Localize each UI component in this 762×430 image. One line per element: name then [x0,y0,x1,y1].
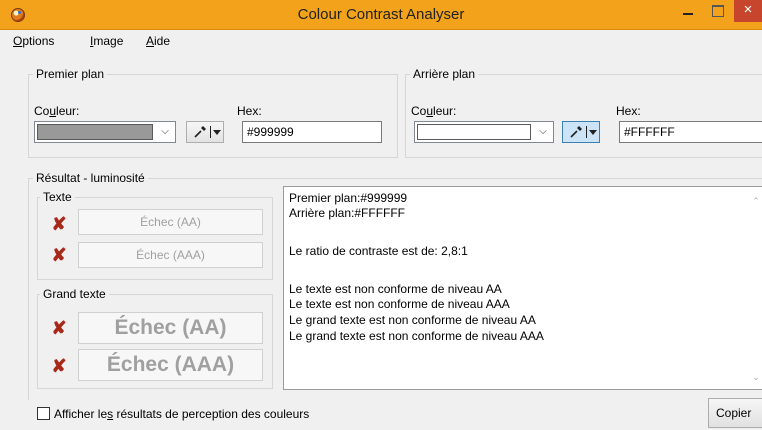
foreground-hex-label: Hex: [237,104,262,118]
background-title: Arrière plan [410,67,479,81]
color-perception-label[interactable]: Afficher les résultats de perception des… [54,407,309,421]
large-text-group: Grand texte ✘ Échec (AA) ✘ Échec (AAA) [37,287,273,389]
chevron-down-icon: ⌵ [539,126,547,137]
background-color-label: Couleur: [411,104,457,118]
menu-image[interactable]: Image [90,34,123,48]
foreground-color-select[interactable]: ⌵ [34,121,176,143]
cross-icon: ✘ [51,214,67,234]
maximize-button[interactable] [704,0,730,22]
picker-separator [210,126,211,138]
menu-options-label: ptions [22,34,55,48]
eyedropper-icon [194,126,206,138]
report-line: Arrière plan:#FFFFFF [289,206,406,220]
menu-aide-accel: A [146,34,155,48]
cross-icon: ✘ [51,356,67,376]
text-group-title: Texte [40,190,75,204]
scroll-down-icon[interactable]: ⌄ [751,373,761,382]
large-aaa-result: Échec (AAA) [78,349,263,381]
close-button[interactable]: × [734,0,762,22]
scroll-up-icon[interactable]: ⌃ [751,197,761,206]
menu-aide-label: ide [154,34,171,48]
background-hex-input[interactable]: #FFFFFF [619,121,762,143]
text-aaa-result: Échec (AAA) [78,242,263,268]
foreground-color-swatch [37,124,153,140]
result-title: Résultat - luminosité [33,171,148,185]
large-aa-result: Échec (AA) [78,312,263,344]
report-line: Le ratio de contraste est de: 2,8:1 [289,244,468,258]
report-line: Le texte est non conforme de niveau AA [289,282,502,296]
foreground-eyedropper-button[interactable] [186,121,224,143]
foreground-title: Premier plan [33,67,108,81]
text-aa-result: Échec (AA) [78,209,263,235]
cross-icon: ✘ [51,318,67,338]
picker-dropdown-icon [589,130,597,135]
eyedropper-icon [570,126,582,138]
foreground-group: Premier plan Couleur: Hex: ⌵ #999999 [28,67,398,158]
title-bar[interactable]: Colour Contrast Analyser × [0,0,762,30]
report-line: Premier plan:#999999 [289,191,408,205]
copy-button[interactable]: Copier [708,398,762,428]
picker-separator [586,126,587,138]
menu-options[interactable]: Options [13,34,54,48]
foreground-color-label: Couleur: [34,104,80,118]
background-color-select[interactable]: ⌵ [414,121,554,143]
background-eyedropper-button[interactable] [562,121,600,143]
chevron-down-icon: ⌵ [161,126,169,137]
large-text-group-title: Grand texte [40,287,109,301]
color-perception-checkbox[interactable] [37,407,50,420]
minimize-button[interactable] [674,0,702,22]
window-title: Colour Contrast Analyser [297,6,465,23]
background-group: Arrière plan Couleur: Hex: ⌵ #FFFFFF [405,67,762,158]
picker-dropdown-icon [213,130,221,135]
menu-options-accel: O [13,34,23,48]
background-color-swatch [417,124,531,140]
report-line: Le texte est non conforme de niveau AAA [289,297,510,311]
report-line: Le grand texte est non conforme de nivea… [289,329,544,343]
background-hex-label: Hex: [616,104,641,118]
menu-image-label: mage [93,34,124,48]
results-textarea[interactable]: Premier plan:#999999 Arrière plan:#FFFFF… [283,186,762,390]
menu-bar: Options Image Aide [0,31,762,51]
report-line: Le grand texte est non conforme de nivea… [289,313,536,327]
text-group: Texte ✘ Échec (AA) ✘ Échec (AAA) [37,190,273,280]
foreground-hex-input[interactable]: #999999 [242,121,382,143]
cross-icon: ✘ [51,245,67,265]
menu-aide[interactable]: Aide [146,34,170,48]
